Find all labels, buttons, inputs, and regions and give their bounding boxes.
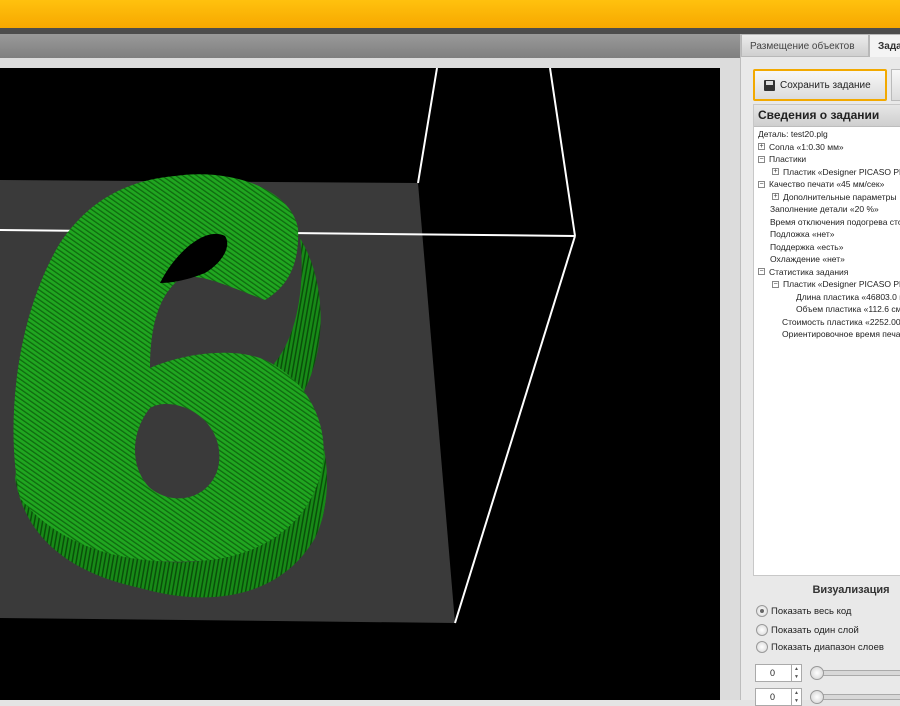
save-task-button[interactable]: Сохранить задание — [753, 69, 887, 101]
layer-from-slider-track[interactable] — [811, 670, 900, 676]
task-info-panel: Сведения о задании Деталь: test20.plg + Со… — [753, 104, 900, 576]
radio-button[interactable] — [756, 641, 768, 653]
collapse-icon[interactable]: − — [758, 155, 765, 163]
layer-from-slider-handle[interactable] — [810, 666, 824, 680]
task-info-row-text: Охлаждение «нет» — [770, 254, 845, 264]
radio-show-all-code[interactable]: Показать весь код — [756, 603, 851, 619]
expand-icon[interactable]: + — [772, 168, 779, 176]
stepper-arrows-icon[interactable]: ▲ ▼ — [791, 665, 801, 681]
task-info-row-text: Поддержка «есть» — [770, 241, 844, 252]
expand-icon[interactable]: + — [772, 193, 779, 201]
task-info-row-text: Статистика задания — [769, 266, 849, 277]
task-info-row: Подложка «нет» — [754, 228, 900, 241]
task-info-row-text: Сопла «1:0.30 мм» — [769, 141, 844, 152]
3d-viewport[interactable] — [0, 68, 720, 700]
task-info-row: Объем пластика «112.6 см³» — [754, 303, 900, 316]
layer-from-stepper[interactable]: 0 ▲ ▼ — [755, 664, 802, 682]
collapse-icon[interactable]: − — [772, 280, 779, 288]
layer-to-stepper[interactable]: 0 ▲ ▼ — [755, 688, 802, 706]
task-info-row: Заполнение детали «20 %» — [754, 203, 900, 216]
radio-label: Показать один слой — [771, 624, 859, 636]
task-info-row: Ориентировочное время печати — [754, 328, 900, 341]
expand-icon[interactable]: + — [758, 143, 765, 151]
task-info-row[interactable]: − Качество печати «45 мм/сек» — [754, 178, 900, 191]
task-info-row-text: Стоимость пластика «2252.00» — [782, 316, 900, 327]
task-info-row-text: Объем пластика «112.6 см³» — [796, 304, 900, 314]
task-info-row-text: Качество печати «45 мм/сек» — [769, 179, 885, 189]
layer-from-value: 0 — [770, 668, 776, 678]
save-task-label: Сохранить задание — [780, 79, 871, 91]
task-info-title: Сведения о задании — [754, 105, 900, 127]
task-info-row[interactable]: −Пластик «Designer PICASO PLA» — [754, 278, 900, 291]
task-info-row-text: Пластик «Designer PICASO PLA» — [783, 166, 900, 177]
task-info-row[interactable]: − Статистика задания — [754, 266, 900, 279]
collapse-icon[interactable]: − — [758, 268, 765, 276]
secondary-toolbar-button[interactable] — [891, 69, 900, 101]
radio-button[interactable] — [756, 624, 768, 636]
viewport-header-bar — [0, 34, 740, 58]
tab-task[interactable]: Задание — [869, 34, 900, 57]
stepper-arrows-icon[interactable]: ▲ ▼ — [791, 689, 801, 705]
app-top-bar — [0, 0, 900, 28]
collapse-icon[interactable]: − — [758, 180, 765, 188]
visualization-title: Визуализация — [812, 584, 890, 596]
radio-show-one-layer[interactable]: Показать один слой — [756, 622, 859, 638]
task-info-row: Охлаждение «нет» — [754, 253, 900, 266]
radio-label: Показать диапазон слоев — [771, 641, 884, 653]
task-info-row: Поддержка «есть» — [754, 241, 900, 254]
task-info-row[interactable]: + Сопла «1:0.30 мм» — [754, 141, 900, 154]
task-info-row[interactable]: + Дополнительные параметры — [754, 191, 900, 204]
floppy-disk-icon — [764, 79, 775, 91]
task-info-row: Длина пластика «46803.0 мм» — [754, 291, 900, 304]
task-info-row-text: Подложка «нет» — [770, 229, 835, 239]
task-info-row-text: Время отключения подогрева стола — [770, 216, 900, 227]
layer-to-slider-track[interactable] — [811, 694, 900, 700]
layer-to-slider-handle[interactable] — [810, 690, 824, 704]
task-info-row: Время отключения подогрева стола — [754, 216, 900, 229]
task-info-row-text: Длина пластика «46803.0 мм» — [796, 291, 900, 302]
task-info-row: Деталь: test20.plg — [754, 128, 900, 141]
right-panel: Размещение объектов Задание Сохранить за… — [740, 34, 900, 706]
task-info-row-text: Дополнительные параметры — [783, 191, 897, 202]
task-info-row: Стоимость пластика «2252.00» — [754, 316, 900, 329]
task-info-tree: Деталь: test20.plg + Сопла «1:0.30 мм» − Пла… — [754, 128, 900, 341]
task-info-row-text: Деталь: test20.plg — [758, 129, 828, 139]
layer-to-value: 0 — [770, 692, 776, 702]
task-info-row[interactable]: − Пластики — [754, 153, 900, 166]
radio-button[interactable] — [756, 605, 768, 617]
tab-object-placement[interactable]: Размещение объектов — [741, 34, 869, 57]
radio-label: Показать весь код — [771, 605, 852, 617]
task-info-row[interactable]: + Пластик «Designer PICASO PLA» — [754, 166, 900, 179]
task-info-row-text: Пластик «Designer PICASO PLA» — [783, 279, 900, 289]
task-info-row-text: Ориентировочное время печати — [782, 329, 900, 339]
model-scene — [0, 68, 576, 624]
task-info-row-text: Пластики — [769, 154, 807, 164]
radio-show-layer-range[interactable]: Показать диапазон слоев — [756, 639, 884, 655]
task-info-row-text: Заполнение детали «20 %» — [770, 204, 879, 214]
